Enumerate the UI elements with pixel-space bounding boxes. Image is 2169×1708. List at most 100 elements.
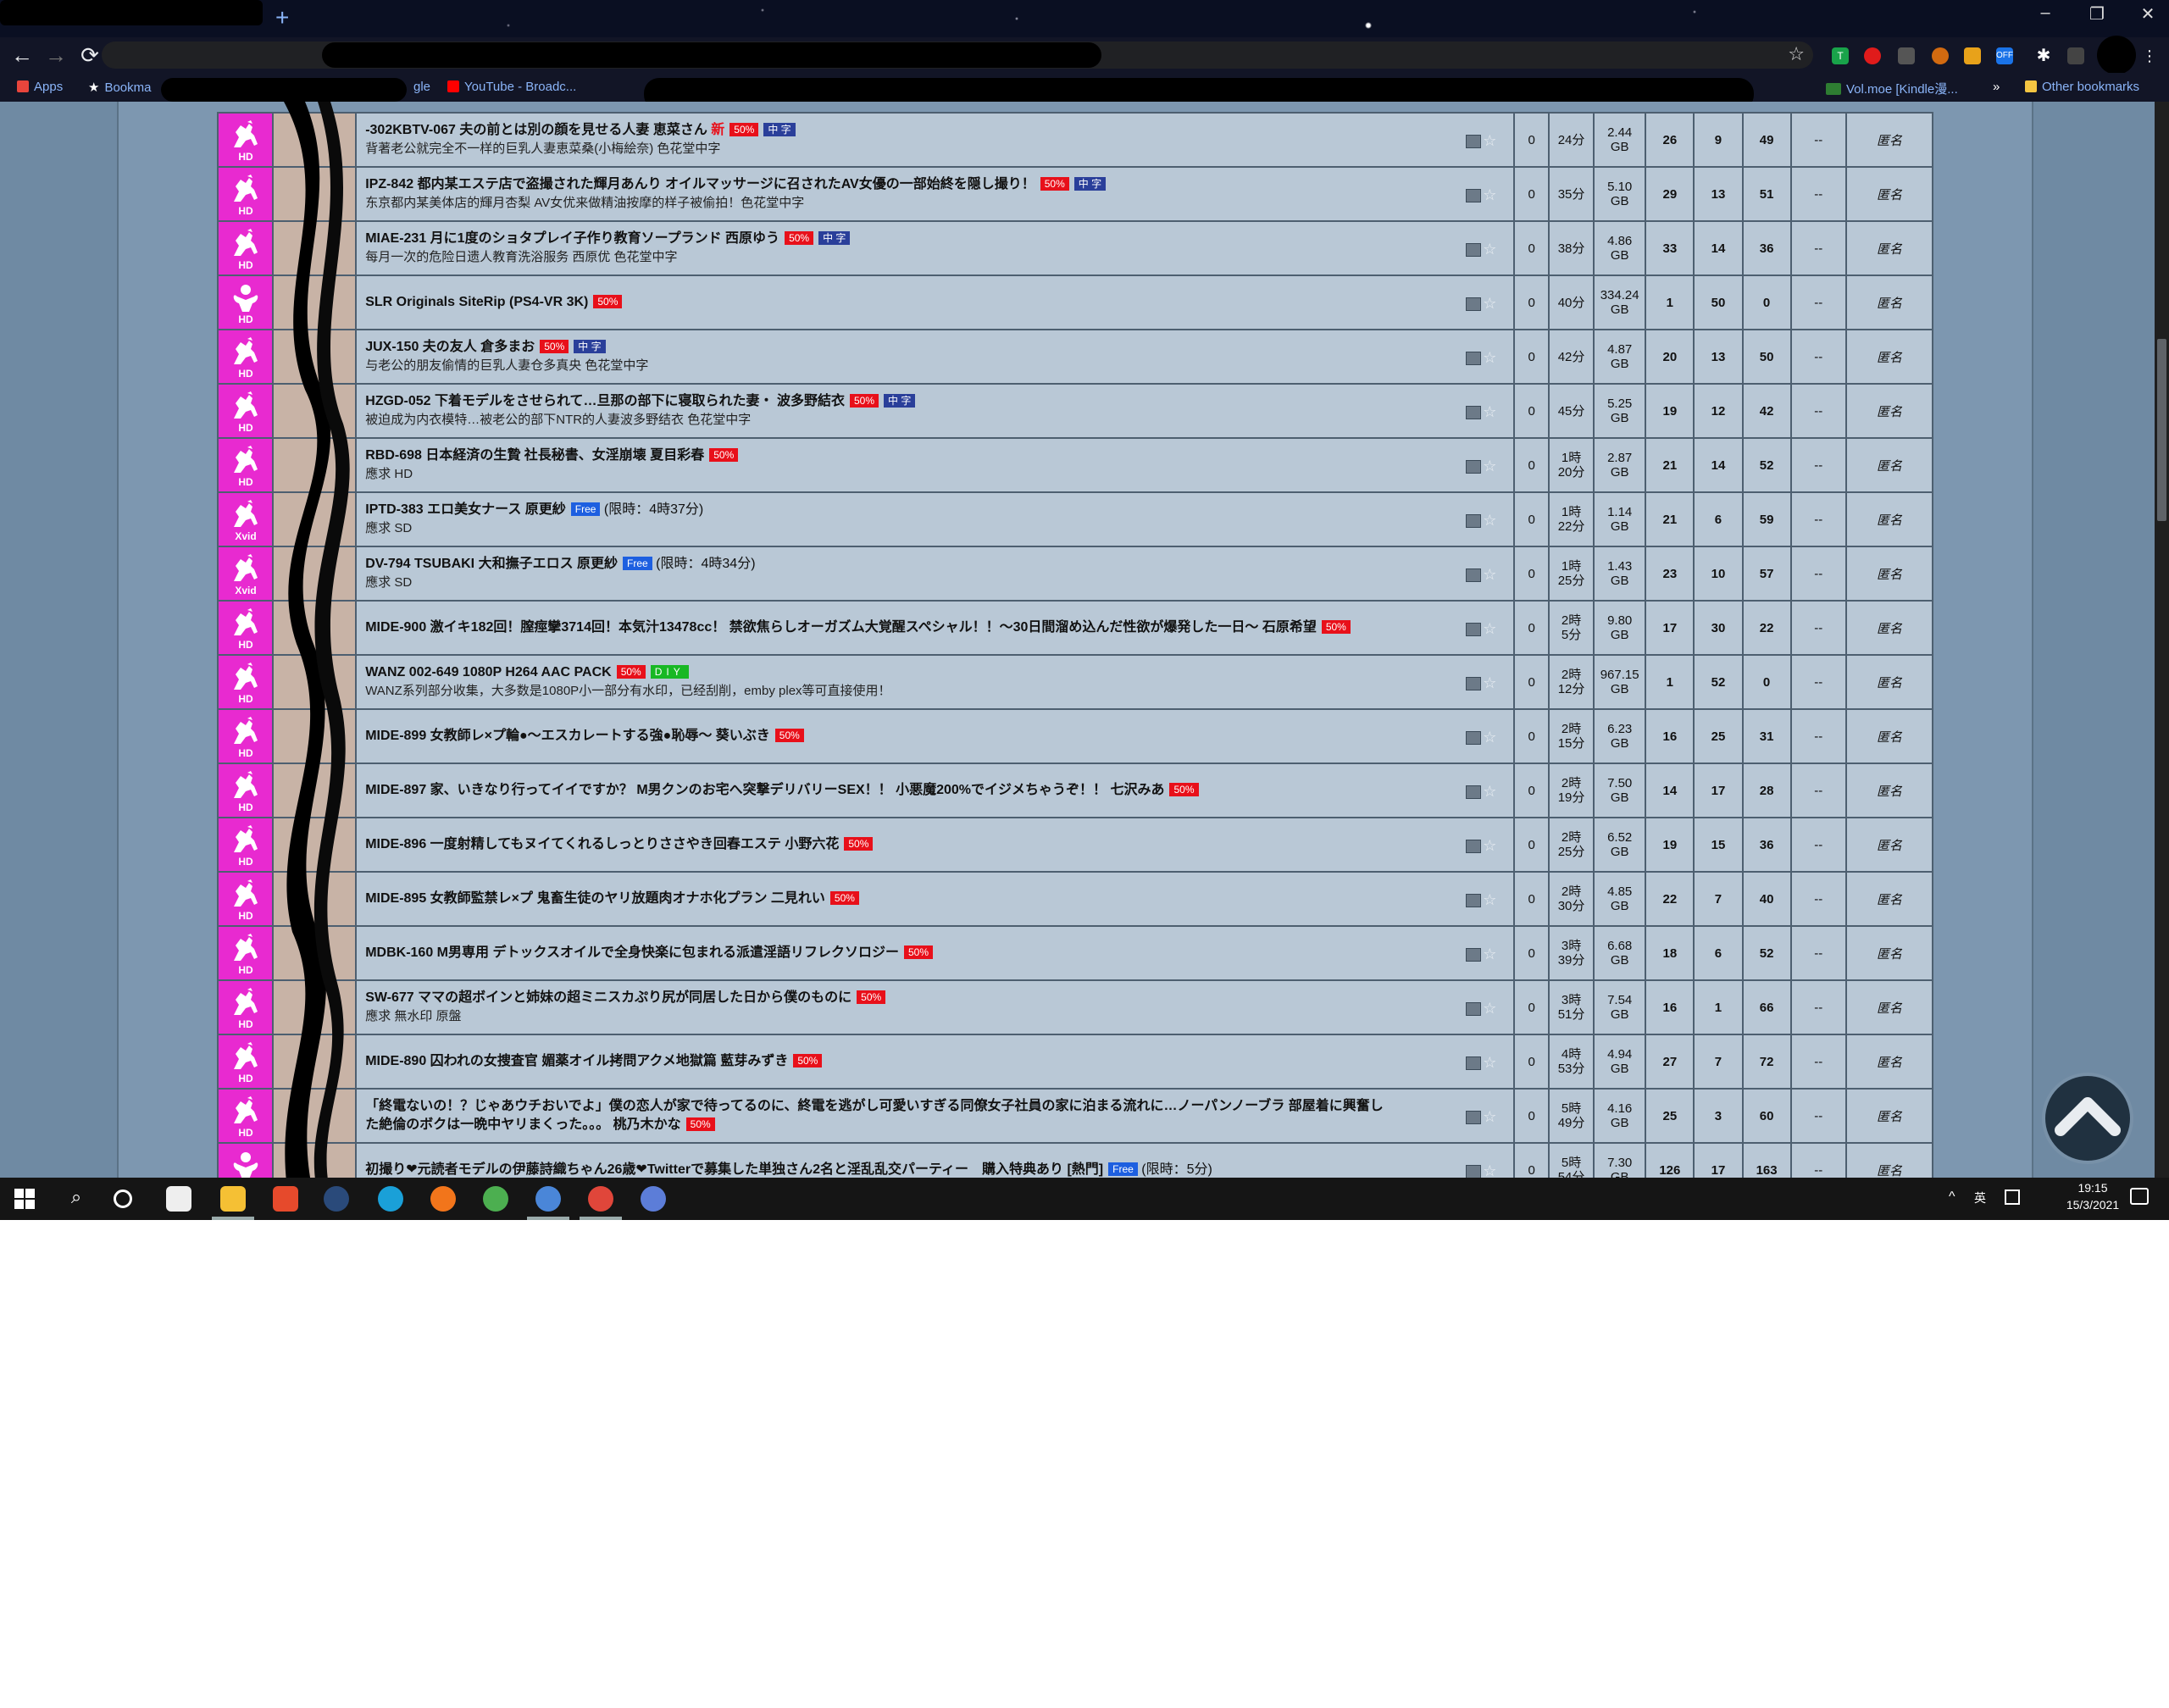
firefox-icon[interactable] [430, 1186, 456, 1212]
store-icon[interactable] [166, 1186, 191, 1212]
leechers-count[interactable]: 6 [1693, 491, 1744, 547]
chrome-active-icon[interactable] [588, 1186, 613, 1212]
bookmark-star-icon[interactable]: ☆ [1788, 43, 1805, 65]
completed-count[interactable]: 66 [1741, 979, 1792, 1035]
leechers-count[interactable]: 9 [1693, 112, 1744, 168]
bookmarks-overflow-button[interactable]: » [1993, 80, 2000, 94]
extension-download-icon[interactable] [1898, 47, 1915, 64]
comments-count[interactable]: 0 [1513, 112, 1550, 168]
seeders-count[interactable]: 29 [1645, 166, 1695, 222]
seeders-count[interactable]: 1 [1645, 654, 1695, 710]
page-scrollbar[interactable] [2155, 102, 2169, 1178]
seeders-count[interactable]: 16 [1645, 979, 1695, 1035]
torrent-title[interactable]: MIDE-900 激イキ182回！膣痙攣3714回！本気汁13478cc！ 禁欲… [365, 620, 1317, 635]
comments-count[interactable]: 0 [1513, 762, 1550, 818]
leechers-count[interactable]: 30 [1693, 600, 1744, 656]
torrent-title[interactable]: HZGD-052 下着モデルをさせられて…旦那の部下に寝取られた妻・ 波多野結衣 [365, 394, 845, 408]
extensions-puzzle-icon[interactable]: ✱ [2035, 47, 2052, 64]
torrent-title[interactable]: DV-794 TSUBAKI 大和撫子エロス 原更紗 [365, 557, 618, 571]
favorite-star-icon[interactable]: ☆ [1483, 295, 1496, 313]
reload-button[interactable]: ⟳ [75, 42, 105, 68]
app-red-icon[interactable] [273, 1186, 298, 1212]
torrent-title[interactable]: IPZ-842 都内某エステ店で盗撮された輝月あんり オイルマッサージに召された… [365, 177, 1035, 191]
seeders-count[interactable]: 22 [1645, 871, 1695, 927]
download-icon[interactable] [1466, 785, 1482, 799]
torrent-title[interactable]: SLR Originals SiteRip (PS4-VR 3K) [365, 295, 588, 309]
seeders-count[interactable]: 17 [1645, 600, 1695, 656]
favorite-star-icon[interactable]: ☆ [1483, 349, 1496, 367]
new-tab-button[interactable]: + [275, 5, 289, 30]
seeders-count[interactable]: 23 [1645, 546, 1695, 602]
completed-count[interactable]: 28 [1741, 762, 1792, 818]
completed-count[interactable]: 60 [1741, 1088, 1792, 1144]
completed-count[interactable]: 72 [1741, 1034, 1792, 1090]
download-icon[interactable] [1466, 1056, 1482, 1070]
keyboard-icon[interactable] [2005, 1190, 2020, 1205]
completed-count[interactable]: 163 [1741, 1142, 1792, 1178]
leechers-count[interactable]: 1 [1693, 979, 1744, 1035]
category-icon[interactable]: HD [216, 817, 275, 873]
download-icon[interactable] [1466, 134, 1482, 148]
seeders-count[interactable]: 21 [1645, 437, 1695, 493]
completed-count[interactable]: 49 [1741, 112, 1792, 168]
bookmark-other[interactable]: Other bookmarks [2025, 80, 2139, 94]
leechers-count[interactable]: 6 [1693, 925, 1744, 981]
torrent-title[interactable]: MDBK-160 M男専用 デトックスオイルで全身快楽に包まれる派遣淫語リフレク… [365, 946, 899, 960]
comments-count[interactable]: 0 [1513, 600, 1550, 656]
torrent-title[interactable]: WANZ 002-649 1080P H264 AAC PACK [365, 665, 612, 679]
download-icon[interactable] [1466, 893, 1482, 907]
comments-count[interactable]: 0 [1513, 871, 1550, 927]
bookmark-youtube[interactable]: YouTube - Broadc... [447, 80, 576, 94]
completed-count[interactable]: 40 [1741, 871, 1792, 927]
download-icon[interactable] [1466, 351, 1482, 365]
leechers-count[interactable]: 7 [1693, 1034, 1744, 1090]
extension-off-icon[interactable]: OFF [1996, 47, 2013, 64]
category-icon[interactable]: HD [216, 383, 275, 439]
favorite-star-icon[interactable]: ☆ [1483, 946, 1496, 963]
download-icon[interactable] [1466, 676, 1482, 690]
favorite-star-icon[interactable]: ☆ [1483, 1054, 1496, 1072]
comments-count[interactable]: 0 [1513, 166, 1550, 222]
download-icon[interactable] [1466, 459, 1482, 474]
favorite-star-icon[interactable]: ☆ [1483, 620, 1496, 638]
favorite-star-icon[interactable]: ☆ [1483, 186, 1496, 204]
category-icon[interactable]: HD [216, 979, 275, 1035]
download-icon[interactable] [1466, 568, 1482, 582]
category-icon[interactable]: HD [216, 437, 275, 493]
notification-icon[interactable] [2130, 1188, 2149, 1205]
seeders-count[interactable]: 26 [1645, 112, 1695, 168]
favorite-star-icon[interactable]: ☆ [1483, 783, 1496, 801]
seeders-count[interactable]: 27 [1645, 1034, 1695, 1090]
download-icon[interactable] [1466, 513, 1482, 528]
seeders-count[interactable]: 19 [1645, 383, 1695, 439]
leechers-count[interactable]: 13 [1693, 166, 1744, 222]
cast-icon[interactable] [2067, 47, 2084, 64]
torrent-title[interactable]: -302KBTV-067 夫の前とは別の顔を見せる人妻 恵菜さん [365, 123, 707, 137]
leechers-count[interactable]: 52 [1693, 654, 1744, 710]
download-icon[interactable] [1466, 242, 1482, 257]
steam-icon[interactable] [324, 1186, 349, 1212]
leechers-count[interactable]: 25 [1693, 708, 1744, 764]
leechers-count[interactable]: 13 [1693, 329, 1744, 385]
completed-count[interactable]: 0 [1741, 274, 1792, 330]
leechers-count[interactable]: 17 [1693, 762, 1744, 818]
comments-count[interactable]: 0 [1513, 979, 1550, 1035]
leechers-count[interactable]: 14 [1693, 220, 1744, 276]
category-icon[interactable]: HD [216, 925, 275, 981]
bookmark-google[interactable]: gle [413, 80, 430, 94]
comments-count[interactable]: 0 [1513, 383, 1550, 439]
comments-count[interactable]: 0 [1513, 925, 1550, 981]
tray-chevron-icon[interactable]: ^ [1949, 1190, 1955, 1205]
seeders-count[interactable]: 18 [1645, 925, 1695, 981]
comments-count[interactable]: 0 [1513, 654, 1550, 710]
comments-count[interactable]: 0 [1513, 437, 1550, 493]
leechers-count[interactable]: 12 [1693, 383, 1744, 439]
category-icon[interactable]: HD [216, 654, 275, 710]
edge-icon[interactable] [378, 1186, 403, 1212]
completed-count[interactable]: 57 [1741, 546, 1792, 602]
leechers-count[interactable]: 7 [1693, 871, 1744, 927]
completed-count[interactable]: 36 [1741, 817, 1792, 873]
extension-t-icon[interactable]: T [1832, 47, 1849, 64]
clock-date[interactable]: 15/3/2021 [2042, 1198, 2144, 1212]
completed-count[interactable]: 42 [1741, 383, 1792, 439]
